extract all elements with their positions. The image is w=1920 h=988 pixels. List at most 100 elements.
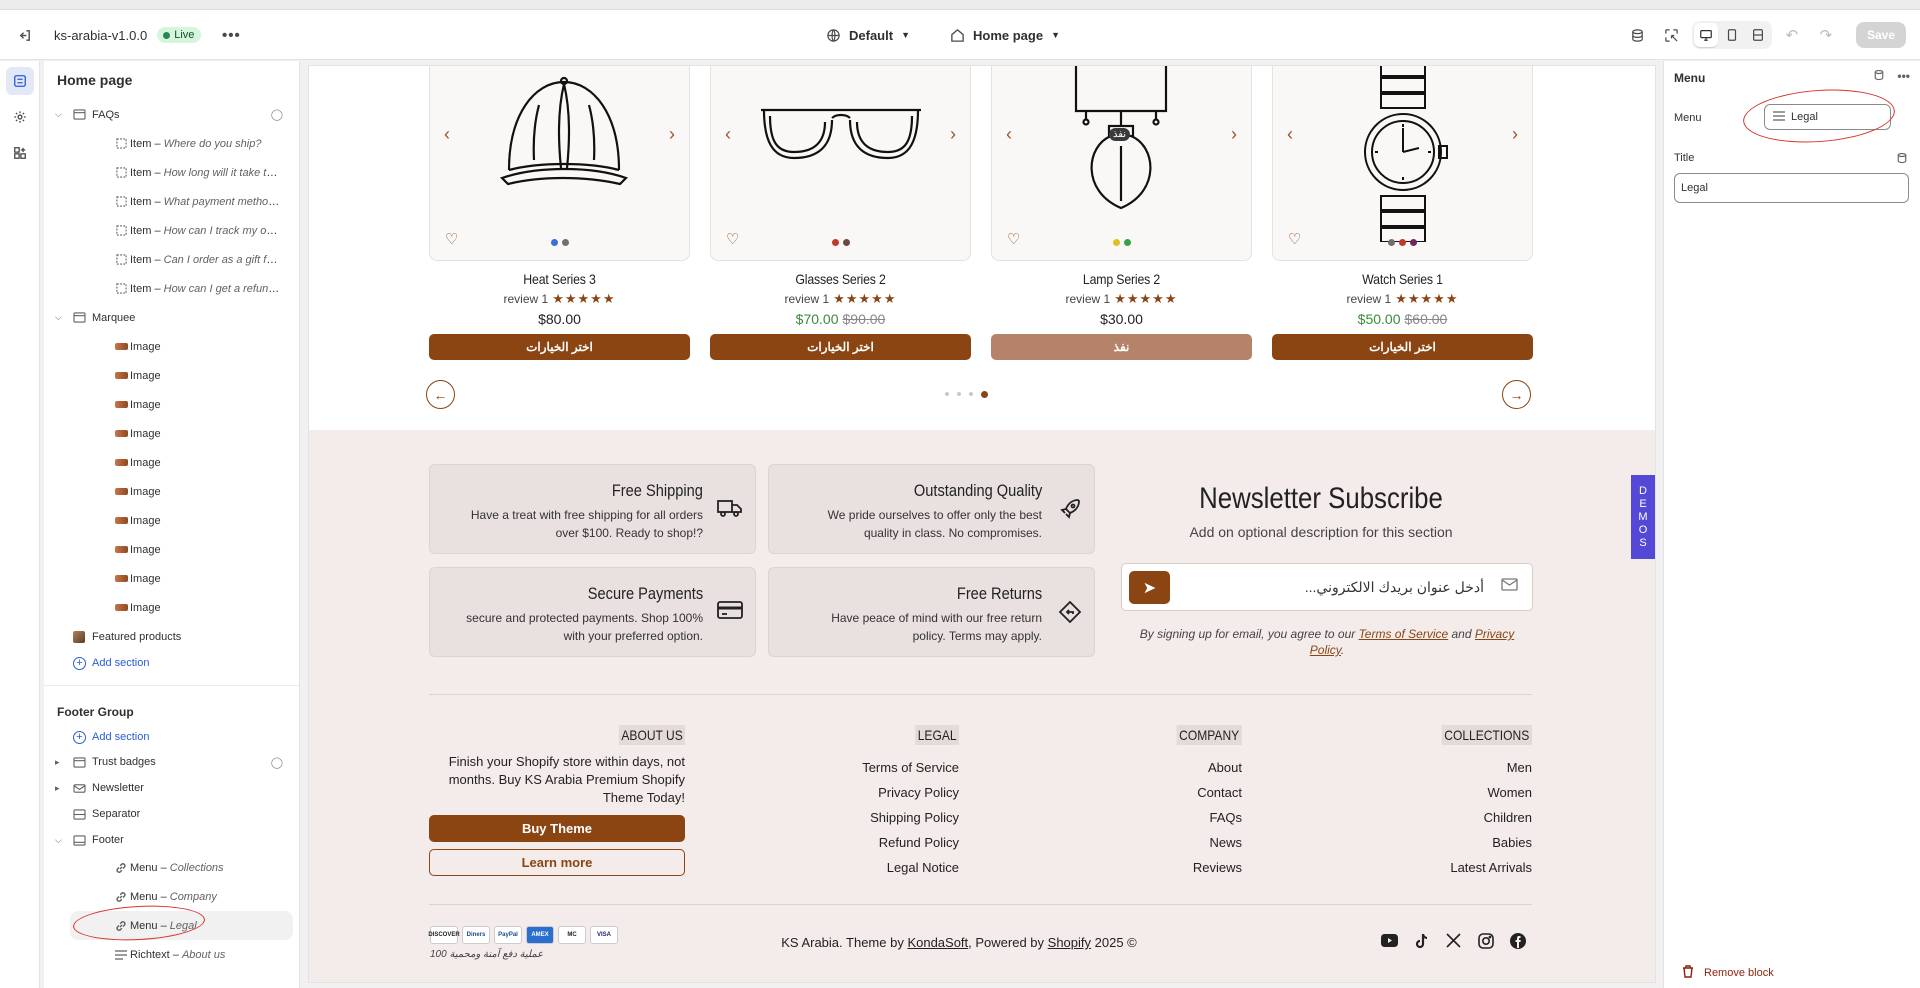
product-card[interactable]: ‹ › ♡ Watch Series 1 review 1 ★★★★★ $50.00 $60.… <box>1272 66 1533 360</box>
marquee-image-row[interactable]: Image <box>44 361 299 390</box>
chevron-right-icon[interactable]: › <box>669 124 675 145</box>
section-marquee[interactable]: ⌵ Marquee <box>44 303 299 332</box>
faq-item-row[interactable]: Item – How long will it take to recei... <box>44 158 299 187</box>
color-swatch[interactable] <box>550 239 558 246</box>
pager-dot[interactable] <box>969 392 973 396</box>
settings-gear-icon[interactable] <box>6 103 34 131</box>
more-actions-icon[interactable]: ••• <box>1897 69 1910 84</box>
buy-theme-button[interactable]: Buy Theme <box>429 815 685 842</box>
faq-item-row[interactable]: Item – How can I get a refund for m... <box>44 274 299 303</box>
product-image[interactable]: ‹ › ♡ <box>1272 66 1533 261</box>
apps-icon[interactable] <box>6 139 34 167</box>
footer-link[interactable]: Legal Notice <box>729 855 959 880</box>
more-actions-icon[interactable]: ••• <box>217 21 245 49</box>
product-image[interactable]: ‹ › ♡ <box>429 66 690 261</box>
carousel-prev-icon[interactable]: ← <box>426 380 455 409</box>
marquee-image-row[interactable]: Image <box>44 477 299 506</box>
marquee-image-row[interactable]: Image <box>44 332 299 361</box>
chevron-right-icon[interactable]: ▸ <box>55 757 60 768</box>
section-faqs[interactable]: ⌵ FAQs ◯ <box>44 100 299 129</box>
product-card[interactable]: ‹ › ♡ Heat Series 3 review 1 ★★★★★ $80.00 اختر … <box>429 66 690 360</box>
footer-link[interactable]: Refund Policy <box>729 830 959 855</box>
faq-item-row[interactable]: Item – Where do you ship? <box>44 129 299 158</box>
product-card[interactable]: ‹ › ♡ Glasses Series 2 review 1 ★★★★★ $70.00 $9… <box>710 66 971 360</box>
choose-options-button[interactable]: اختر الخيارات <box>1272 334 1533 360</box>
section-featured-products[interactable]: Featured products <box>44 622 299 651</box>
section-newsletter[interactable]: ▸ Newsletter <box>44 775 299 801</box>
footer-link[interactable]: Women <box>1299 780 1532 805</box>
footer-block-row[interactable]: Menu – Company <box>44 882 299 911</box>
product-name[interactable]: Heat Series 3 <box>445 271 675 287</box>
chevron-down-icon[interactable]: ⌵ <box>55 312 62 323</box>
pager-dot[interactable] <box>945 392 949 396</box>
color-swatch[interactable] <box>1123 239 1131 246</box>
shopify-link[interactable]: Shopify <box>1048 935 1091 950</box>
footer-link[interactable]: Contact <box>1009 780 1242 805</box>
faq-item-row[interactable]: Item – Can I order as a gift for som... <box>44 245 299 274</box>
footer-link[interactable]: Babies <box>1299 830 1532 855</box>
sections-icon[interactable] <box>6 67 34 95</box>
desktop-icon[interactable] <box>1693 23 1718 47</box>
tiktok-icon[interactable] <box>1412 931 1431 950</box>
chevron-left-icon[interactable]: ‹ <box>1006 124 1012 145</box>
product-name[interactable]: Lamp Series 2 <box>1007 271 1237 287</box>
chevron-right-icon[interactable]: ▸ <box>55 783 60 794</box>
marquee-image-row[interactable]: Image <box>44 390 299 419</box>
title-input[interactable]: Legal <box>1674 173 1909 203</box>
color-swatch[interactable] <box>1388 239 1395 246</box>
product-image[interactable]: ‹ › ♡ <box>710 66 971 261</box>
demos-tab[interactable]: DEMOS <box>1631 475 1655 559</box>
color-swatch[interactable] <box>1399 239 1406 246</box>
section-trust-badges[interactable]: ▸ Trust badges ◯ <box>44 749 299 775</box>
faq-item-row[interactable]: Item – What payment methods do ... <box>44 187 299 216</box>
product-card[interactable]: نفذ ‹ › ♡ Lamp Series 2 review 1 ★★★★★ $30.00 نف… <box>991 66 1252 360</box>
add-section-link[interactable]: + Add section <box>44 651 299 675</box>
footer-block-row[interactable]: Menu – Collections <box>44 853 299 882</box>
youtube-icon[interactable] <box>1380 931 1399 950</box>
pager-dot[interactable] <box>957 392 961 396</box>
footer-link[interactable]: Children <box>1299 805 1532 830</box>
menu-picker[interactable]: Legal <box>1764 104 1891 130</box>
footer-block-row[interactable]: Menu – Legal <box>70 911 293 940</box>
facebook-icon[interactable] <box>1508 931 1527 950</box>
choose-options-button[interactable]: اختر الخيارات <box>429 334 690 360</box>
footer-link[interactable]: Privacy Policy <box>729 780 959 805</box>
eye-hidden-icon[interactable]: ◯ <box>271 756 283 769</box>
chevron-right-icon[interactable]: › <box>1231 124 1237 145</box>
send-icon[interactable]: ➤ <box>1129 571 1170 604</box>
chevron-down-icon[interactable]: ⌵ <box>55 835 62 846</box>
save-button[interactable]: Save <box>1855 22 1906 48</box>
section-footer[interactable]: ⌵ Footer <box>44 827 299 853</box>
faq-item-row[interactable]: Item – How can I track my order? <box>44 216 299 245</box>
choose-options-button[interactable]: اختر الخيارات <box>710 334 971 360</box>
footer-link[interactable]: Terms of Service <box>729 755 959 780</box>
footer-link[interactable]: Shipping Policy <box>729 805 959 830</box>
chevron-left-icon[interactable]: ‹ <box>1287 124 1293 145</box>
marquee-image-row[interactable]: Image <box>44 593 299 622</box>
footer-link[interactable]: About <box>1009 755 1242 780</box>
chevron-left-icon[interactable]: ‹ <box>444 124 450 145</box>
pager-dot-active[interactable] <box>981 391 988 398</box>
footer-link[interactable]: News <box>1009 830 1242 855</box>
chevron-left-icon[interactable]: ‹ <box>725 124 731 145</box>
footer-link[interactable]: Latest Arrivals <box>1299 855 1532 880</box>
marquee-image-row[interactable]: Image <box>44 506 299 535</box>
template-dropdown[interactable]: Default ▼ <box>826 28 910 43</box>
instagram-icon[interactable] <box>1476 931 1495 950</box>
kondasoft-link[interactable]: KondaSoft <box>907 935 968 950</box>
chevron-down-icon[interactable]: ⌵ <box>55 109 62 120</box>
color-swatch[interactable] <box>1112 239 1120 246</box>
mobile-icon[interactable] <box>1720 23 1744 47</box>
chevron-right-icon[interactable]: › <box>950 124 956 145</box>
eye-hidden-icon[interactable]: ◯ <box>271 108 283 121</box>
page-dropdown[interactable]: Home page ▼ <box>950 28 1060 43</box>
color-swatch[interactable] <box>561 239 569 246</box>
choose-options-button[interactable]: نفذ <box>991 334 1252 360</box>
fullscreen-icon[interactable] <box>1746 23 1770 47</box>
database-icon[interactable] <box>1896 152 1908 167</box>
carousel-next-icon[interactable]: → <box>1502 380 1531 409</box>
redo-icon[interactable]: ↷ <box>1812 21 1840 49</box>
exit-icon[interactable] <box>10 21 38 49</box>
product-name[interactable]: Glasses Series 2 <box>726 271 956 287</box>
product-name[interactable]: Watch Series 1 <box>1288 271 1518 287</box>
